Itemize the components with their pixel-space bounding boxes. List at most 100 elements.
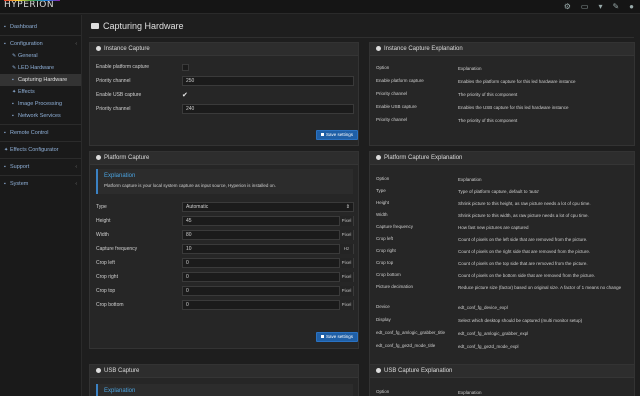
field-label: Priority channel (96, 78, 131, 84)
sidebar-item-led-hardware[interactable]: ✎ LED Hardware (0, 62, 81, 74)
field-label: Crop left (96, 260, 115, 266)
sidebar-item-network-services[interactable]: ▪ Network Services (0, 110, 81, 122)
wrench-icon[interactable]: ✎ (612, 2, 619, 11)
row-option: Crop bottom (376, 272, 401, 277)
hyperion-logo[interactable]: HYPERION (4, 0, 60, 10)
callout-text: Platform capture is your local system ca… (104, 183, 276, 188)
priority-channel-usb-input[interactable]: 240 (182, 104, 354, 114)
sidebar-item-label: Support (10, 164, 30, 170)
chevron-left-icon: ‹ (75, 41, 77, 47)
width-input[interactable]: 80 Pixel (182, 230, 354, 240)
sidebar-item-capturing-hardware[interactable]: ▪ Capturing Hardware (0, 74, 81, 86)
gear-icon (96, 367, 101, 373)
row-explanation: Type of platform capture, default to 'au… (458, 189, 540, 194)
panel-title: Instance Capture Explanation (384, 46, 463, 52)
top-bar: HYPERION ⚙ ▭ ▾ ✎ ● (0, 0, 640, 14)
sidebar-item-label: Configuration (10, 41, 43, 47)
sidebar-item-label: Network Services (18, 113, 61, 119)
unit-label: Hz (339, 244, 353, 254)
panel-header: USB Capture Explanation (370, 365, 634, 378)
row-option: Width (376, 212, 388, 217)
usb-explanation-panel: USB Capture Explanation Option Explanatio… (369, 364, 635, 396)
sidebar-item-label: System (10, 181, 29, 187)
sidebar-item-label: Remote Control (10, 130, 49, 136)
column-header: Option (376, 176, 390, 181)
height-input[interactable]: 45 Pixel (182, 216, 354, 226)
row-explanation: edt_conf_fg_amlogic_grabber_expl (458, 331, 529, 336)
sidebar-item-remote-control[interactable]: ▪ Remote Control (0, 127, 81, 139)
unit-label: Pixel (339, 272, 353, 282)
row-explanation: Select which desktop should be captured … (458, 318, 583, 323)
sidebar-item-image-processing[interactable]: ▪ Image Processing (0, 98, 81, 110)
row-option: Enable platform capture (376, 78, 424, 83)
row-explanation: Reduce picture size (factor) based on or… (458, 285, 622, 290)
sidebar-item-effects-configurator[interactable]: ✦ Effects Configurator (0, 144, 81, 156)
sidebar-item-effects[interactable]: ✦ Effects (0, 86, 81, 98)
sidebar-item-label: General (18, 53, 38, 59)
enable-platform-capture-checkbox[interactable] (182, 64, 189, 71)
field-label: Type (96, 204, 107, 210)
instance-icon[interactable]: ▾ (598, 2, 602, 11)
field-label: Height (96, 218, 111, 224)
row-explanation: edt_conf_fg_ge2d_mode_expl (458, 344, 519, 349)
user-icon[interactable]: ● (629, 2, 634, 11)
divider (0, 175, 81, 176)
column-header: Explanation (458, 390, 482, 395)
logo-text: HYPERION (4, 0, 55, 10)
row-explanation: Shrink picture to this height, as raw pi… (458, 201, 591, 206)
sidebar-item-support[interactable]: ▪ Support ‹ (0, 161, 81, 173)
divider (0, 141, 81, 142)
row-option: Capture frequency (376, 224, 414, 229)
row-option: Height (376, 200, 390, 205)
panel-title: Platform Capture Explanation (384, 155, 463, 161)
gear-icon[interactable]: ⚙ (564, 2, 571, 11)
field-label: Enable USB capture (96, 92, 142, 98)
type-select[interactable]: Automatic ⇕ (182, 202, 354, 212)
explanation-callout: Explanation Platform capture is your loc… (96, 169, 353, 194)
sidebar: ▪ Dashboard ▪ Configuration ‹ ✎ General ✎ LED… (0, 15, 82, 396)
row-explanation: Enables the USB capture for this led har… (458, 105, 569, 110)
field-label: Crop top (96, 288, 116, 294)
input-value: 80 (186, 232, 192, 238)
logo-color-bar (4, 0, 60, 1)
row-option: Priority channel (376, 117, 408, 122)
enable-usb-capture-checkbox[interactable]: ✔ (182, 92, 188, 99)
sidebar-item-configuration[interactable]: ▪ Configuration ‹ (0, 38, 81, 50)
info-icon (376, 154, 381, 160)
row-option: Crop top (376, 260, 394, 265)
row-explanation: Count of pixels on the bottom side that … (458, 273, 596, 278)
row-explanation: How fast new pictures are captured (458, 225, 529, 230)
panel-header: Platform Capture Explanation (370, 152, 634, 165)
crop-top-input[interactable]: 0 Pixel (182, 286, 354, 296)
page-title-text: Capturing Hardware (103, 21, 184, 31)
divider (0, 124, 81, 125)
crop-bottom-input[interactable]: 0 Pixel (182, 300, 354, 310)
crop-left-input[interactable]: 0 Pixel (182, 258, 354, 268)
row-option: Display (376, 317, 391, 322)
row-option: Picture decimation (376, 284, 414, 289)
panel-header: Platform Capture (90, 152, 358, 165)
sidebar-item-system[interactable]: ▪ System ‹ (0, 178, 81, 190)
row-explanation: Count of pixels on the right side that a… (458, 249, 591, 254)
capture-frequency-input[interactable]: 10 Hz (182, 244, 354, 254)
sidebar-item-general[interactable]: ✎ General (0, 50, 81, 62)
panel-header: Instance Capture (90, 43, 358, 56)
unit-label: Pixel (339, 230, 353, 240)
save-settings-button[interactable]: Save settings (316, 332, 358, 342)
column-header: Option (376, 389, 390, 394)
field-label: Crop bottom (96, 302, 124, 308)
save-settings-button[interactable]: Save settings (316, 130, 358, 140)
crop-right-input[interactable]: 0 Pixel (182, 272, 354, 282)
main-content: Capturing Hardware Instance Capture Enab… (83, 15, 640, 396)
row-explanation: Count of pixels on the top side that are… (458, 261, 588, 266)
save-icon (321, 133, 324, 136)
monitor-icon[interactable]: ▭ (581, 2, 589, 11)
platform-capture-panel: Platform Capture Explanation Platform ca… (89, 151, 359, 349)
info-icon (376, 45, 381, 51)
priority-channel-platform-input[interactable]: 250 (182, 76, 354, 86)
divider (0, 35, 81, 36)
sidebar-item-dashboard[interactable]: ▪ Dashboard (0, 21, 81, 33)
instance-capture-panel: Instance Capture Enable platform capture… (89, 42, 359, 146)
divider (0, 158, 81, 159)
chevron-left-icon: ‹ (75, 164, 77, 170)
